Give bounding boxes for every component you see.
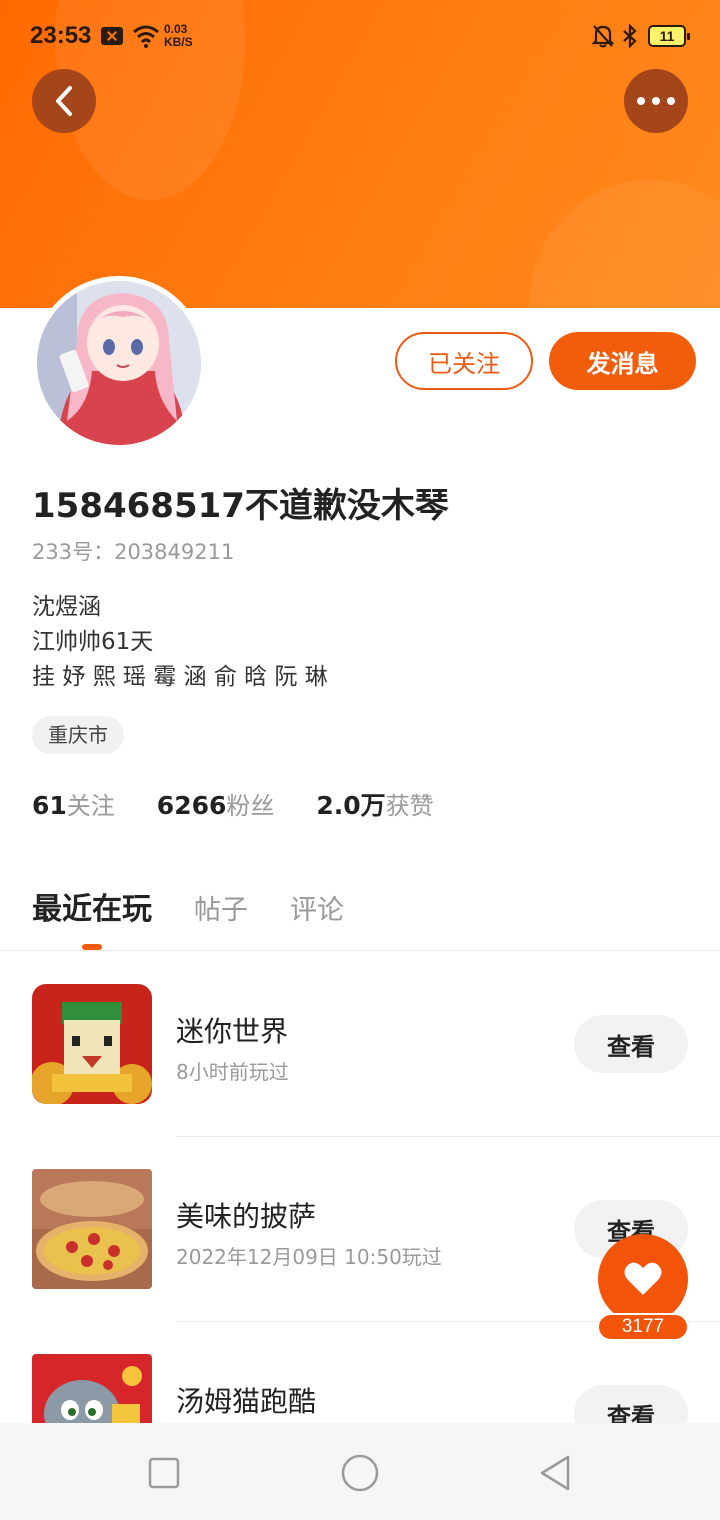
list-item[interactable]: 迷你世界 8小时前玩过 查看 [0,984,720,1104]
game-name: 迷你世界 [176,1015,289,1048]
tab-posts[interactable]: 帖子 [194,888,248,927]
profile-banner: 23:53 0.03 KB/S 11 [0,0,720,308]
network-speed-unit: KB/S [164,35,193,49]
send-message-button[interactable]: 发消息 [549,332,696,390]
fans-count: 6266 [156,791,227,820]
like-count-badge: 3177 [597,1313,689,1341]
chevron-left-icon [56,86,72,116]
game-played-time: 8小时前玩过 [176,1060,289,1084]
status-bar: 23:53 0.03 KB/S 11 [0,0,720,72]
square-recent-icon[interactable] [144,1453,184,1493]
heart-icon [624,1262,662,1295]
followed-button[interactable]: 已关注 [395,332,533,390]
banner-decoration [530,180,720,308]
bio-line: 挂 妤 熙 瑶 霉 涵 俞 晗 阮 琳 [32,664,328,690]
divider [176,1136,720,1137]
divider [0,950,720,951]
bluetooth-icon [623,24,637,48]
avatar-image [37,281,201,445]
user-id: 233号：203849211 [32,540,235,564]
following-stat[interactable]: 61 关注 [32,786,115,821]
status-time: 23:53 [30,22,92,49]
bio-line: 沈煜涵 [32,594,101,620]
bio: 沈煜涵 江帅帅61天 挂 妤 熙 瑶 霉 涵 俞 晗 阮 琳 [32,590,328,695]
location-tag: 重庆市 [32,716,124,754]
fans-stat[interactable]: 6266 粉丝 [157,786,275,821]
notification-x-icon [101,27,123,45]
game-icon-mini-world [32,984,152,1104]
more-dots-icon [637,97,675,105]
circle-home-icon[interactable] [340,1453,380,1493]
username: 158468517不道歉没木琴 [32,486,449,526]
fans-label: 粉丝 [226,792,275,820]
game-icon-pizza [32,1169,152,1289]
likes-count: 2.0万 [316,791,386,820]
view-button[interactable]: 查看 [574,1015,688,1073]
battery-level: 11 [659,28,675,44]
battery-icon: 11 [648,25,690,47]
tab-recently-played[interactable]: 最近在玩 [32,884,152,928]
bell-muted-icon [592,25,614,48]
likes-label: 获赞 [385,792,434,820]
profile-stats: 61 关注 6266 粉丝 2.0万 获赞 [32,786,476,822]
profile-tabs: 最近在玩 帖子 评论 [32,884,386,928]
back-button[interactable] [32,69,96,133]
system-nav-bar [0,1423,720,1520]
following-label: 关注 [66,792,115,820]
wifi-icon [133,25,159,48]
triangle-back-icon[interactable] [536,1453,576,1493]
likes-stat: 2.0万 获赞 [316,786,433,822]
following-count: 61 [32,791,67,820]
game-name: 美味的披萨 [176,1200,317,1233]
like-button[interactable] [598,1234,688,1324]
network-speed: 0.03 KB/S [164,23,193,49]
game-played-time: 2022年12月09日 10:50玩过 [176,1245,442,1269]
avatar[interactable] [32,276,206,450]
more-options-button[interactable] [624,69,688,133]
bio-line: 江帅帅61天 [32,629,154,655]
tab-comments[interactable]: 评论 [290,888,344,927]
game-name: 汤姆猫跑酷 [176,1385,317,1418]
